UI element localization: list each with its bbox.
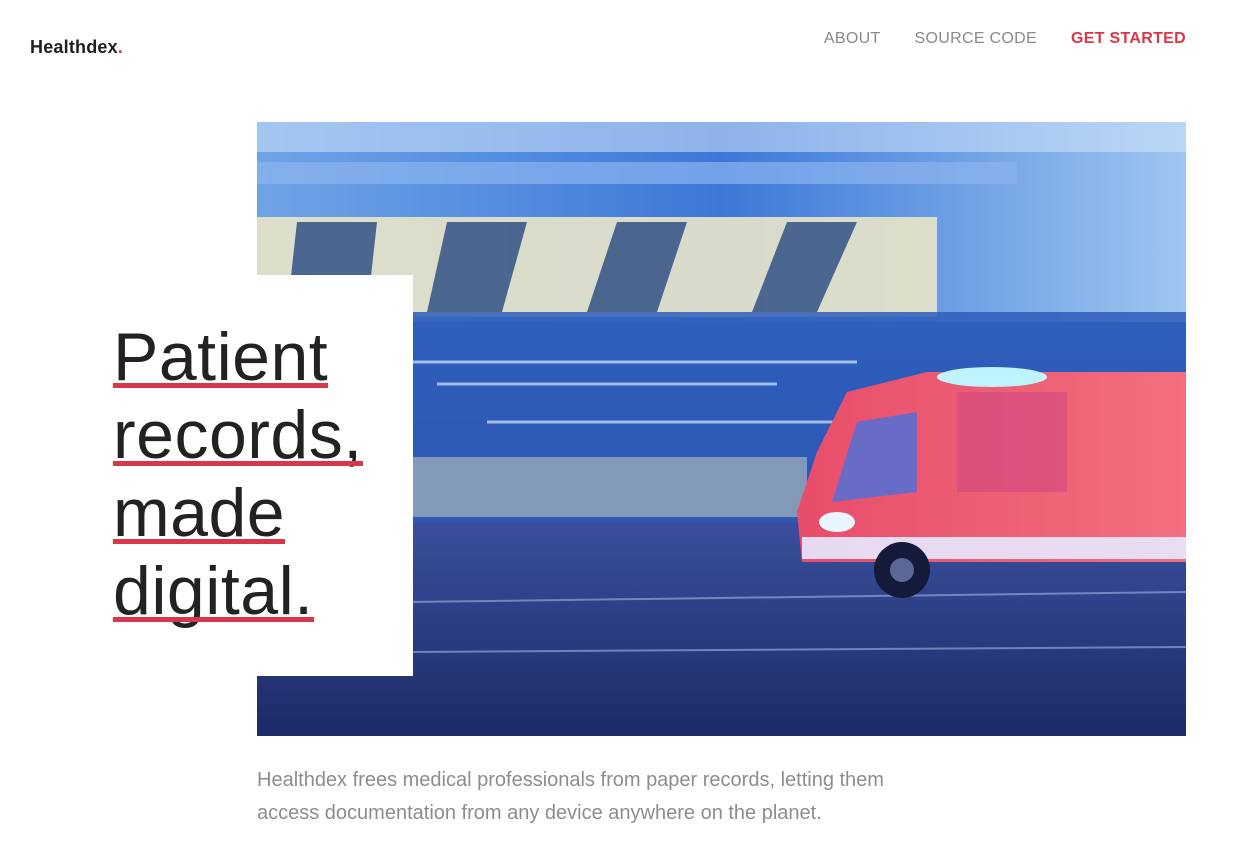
top-nav: ABOUT SOURCE CODE GET STARTED [824, 30, 1186, 48]
headline-line: made [113, 475, 286, 551]
headline-line: records, [113, 397, 363, 473]
brand-dot: . [117, 37, 124, 57]
brand-name: Healthdex [30, 37, 118, 57]
headline-line: digital. [113, 553, 314, 629]
headline-line: Patient [113, 319, 329, 395]
nav-source-code-link[interactable]: SOURCE CODE [915, 30, 1037, 48]
nav-get-started-link[interactable]: GET STARTED [1071, 30, 1186, 48]
brand-logo[interactable]: Healthdex. [30, 37, 123, 58]
nav-about-link[interactable]: ABOUT [824, 30, 881, 48]
hero-headline: Patient records, made digital. [113, 318, 363, 630]
hero-description: Healthdex frees medical professionals fr… [257, 769, 884, 824]
